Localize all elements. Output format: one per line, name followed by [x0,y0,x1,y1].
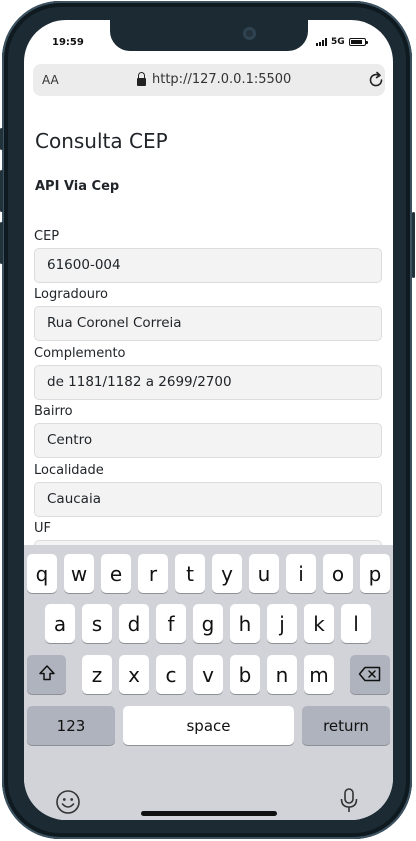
page-subtitle: API Via Cep [35,179,120,194]
logradouro-field[interactable]: Rua Coronel Correia [34,306,382,341]
logradouro-label: Logradouro [34,287,108,302]
phone-power-button [412,212,415,278]
key-g[interactable]: g [193,604,223,643]
microphone-icon[interactable] [338,787,360,819]
key-w[interactable]: w [64,554,94,593]
key-i[interactable]: i [286,554,316,593]
phone-volume-down [0,222,3,264]
battery-icon [348,38,368,46]
reload-icon[interactable] [367,71,385,93]
keyboard: q w e r t y u i o p a s d f g h j k l z … [24,545,393,820]
key-x[interactable]: x [119,655,149,694]
phone-volume-up [0,170,3,212]
notch [110,20,308,51]
lock-icon [137,71,146,86]
key-u[interactable]: u [249,554,279,593]
camera-icon [243,27,256,40]
key-f[interactable]: f [156,604,186,643]
backspace-icon [358,663,382,687]
url-text: http://127.0.0.1:5500 [152,72,292,87]
page-content: Consulta CEP API Via Cep CEP 61600-004 L… [24,100,393,546]
key-y[interactable]: y [212,554,242,593]
key-m[interactable]: m [304,655,334,694]
status-indicators: 5G [316,37,368,47]
address-bar[interactable]: AA http://127.0.0.1:5500 [33,64,385,96]
url-display[interactable]: http://127.0.0.1:5500 [137,71,292,87]
phone-screen: 19:59 5G AA http://127.0.0.1:5500 Consul… [24,20,393,820]
return-key[interactable]: return [302,706,390,745]
complemento-field[interactable]: de 1181/1182 a 2699/2700 [34,365,382,400]
bairro-field[interactable]: Centro [34,423,382,458]
localidade-label: Localidade [34,463,104,478]
cep-label: CEP [34,229,60,244]
localidade-field[interactable]: Caucaia [34,482,382,517]
network-label: 5G [331,37,345,47]
phone-silent-switch [0,128,3,150]
key-v[interactable]: v [193,655,223,694]
key-h[interactable]: h [230,604,260,643]
key-r[interactable]: r [138,554,168,593]
key-d[interactable]: d [119,604,149,643]
status-time: 19:59 [52,37,84,48]
page-title: Consulta CEP [35,129,168,153]
key-q[interactable]: q [27,554,57,593]
shift-key[interactable] [27,655,66,694]
key-a[interactable]: a [45,604,75,643]
complemento-label: Complemento [34,346,126,361]
key-b[interactable]: b [230,655,260,694]
reader-settings-button[interactable]: AA [42,73,59,87]
aa-label: AA [42,73,59,87]
key-l[interactable]: l [341,604,371,643]
key-p[interactable]: p [360,554,390,593]
shift-arrow-icon [38,663,56,687]
signal-icon [316,38,327,46]
key-z[interactable]: z [82,655,112,694]
numbers-key[interactable]: 123 [27,706,115,745]
cep-field[interactable]: 61600-004 [34,248,382,283]
key-k[interactable]: k [304,604,334,643]
key-t[interactable]: t [175,554,205,593]
key-c[interactable]: c [156,655,186,694]
home-indicator[interactable] [141,811,277,816]
key-n[interactable]: n [267,655,297,694]
emoji-icon[interactable] [55,789,81,819]
key-j[interactable]: j [267,604,297,643]
backspace-key[interactable] [350,655,390,694]
uf-label: UF [34,521,51,536]
key-o[interactable]: o [323,554,353,593]
space-key[interactable]: space [123,706,294,745]
key-s[interactable]: s [82,604,112,643]
key-e[interactable]: e [101,554,131,593]
bairro-label: Bairro [34,404,73,419]
